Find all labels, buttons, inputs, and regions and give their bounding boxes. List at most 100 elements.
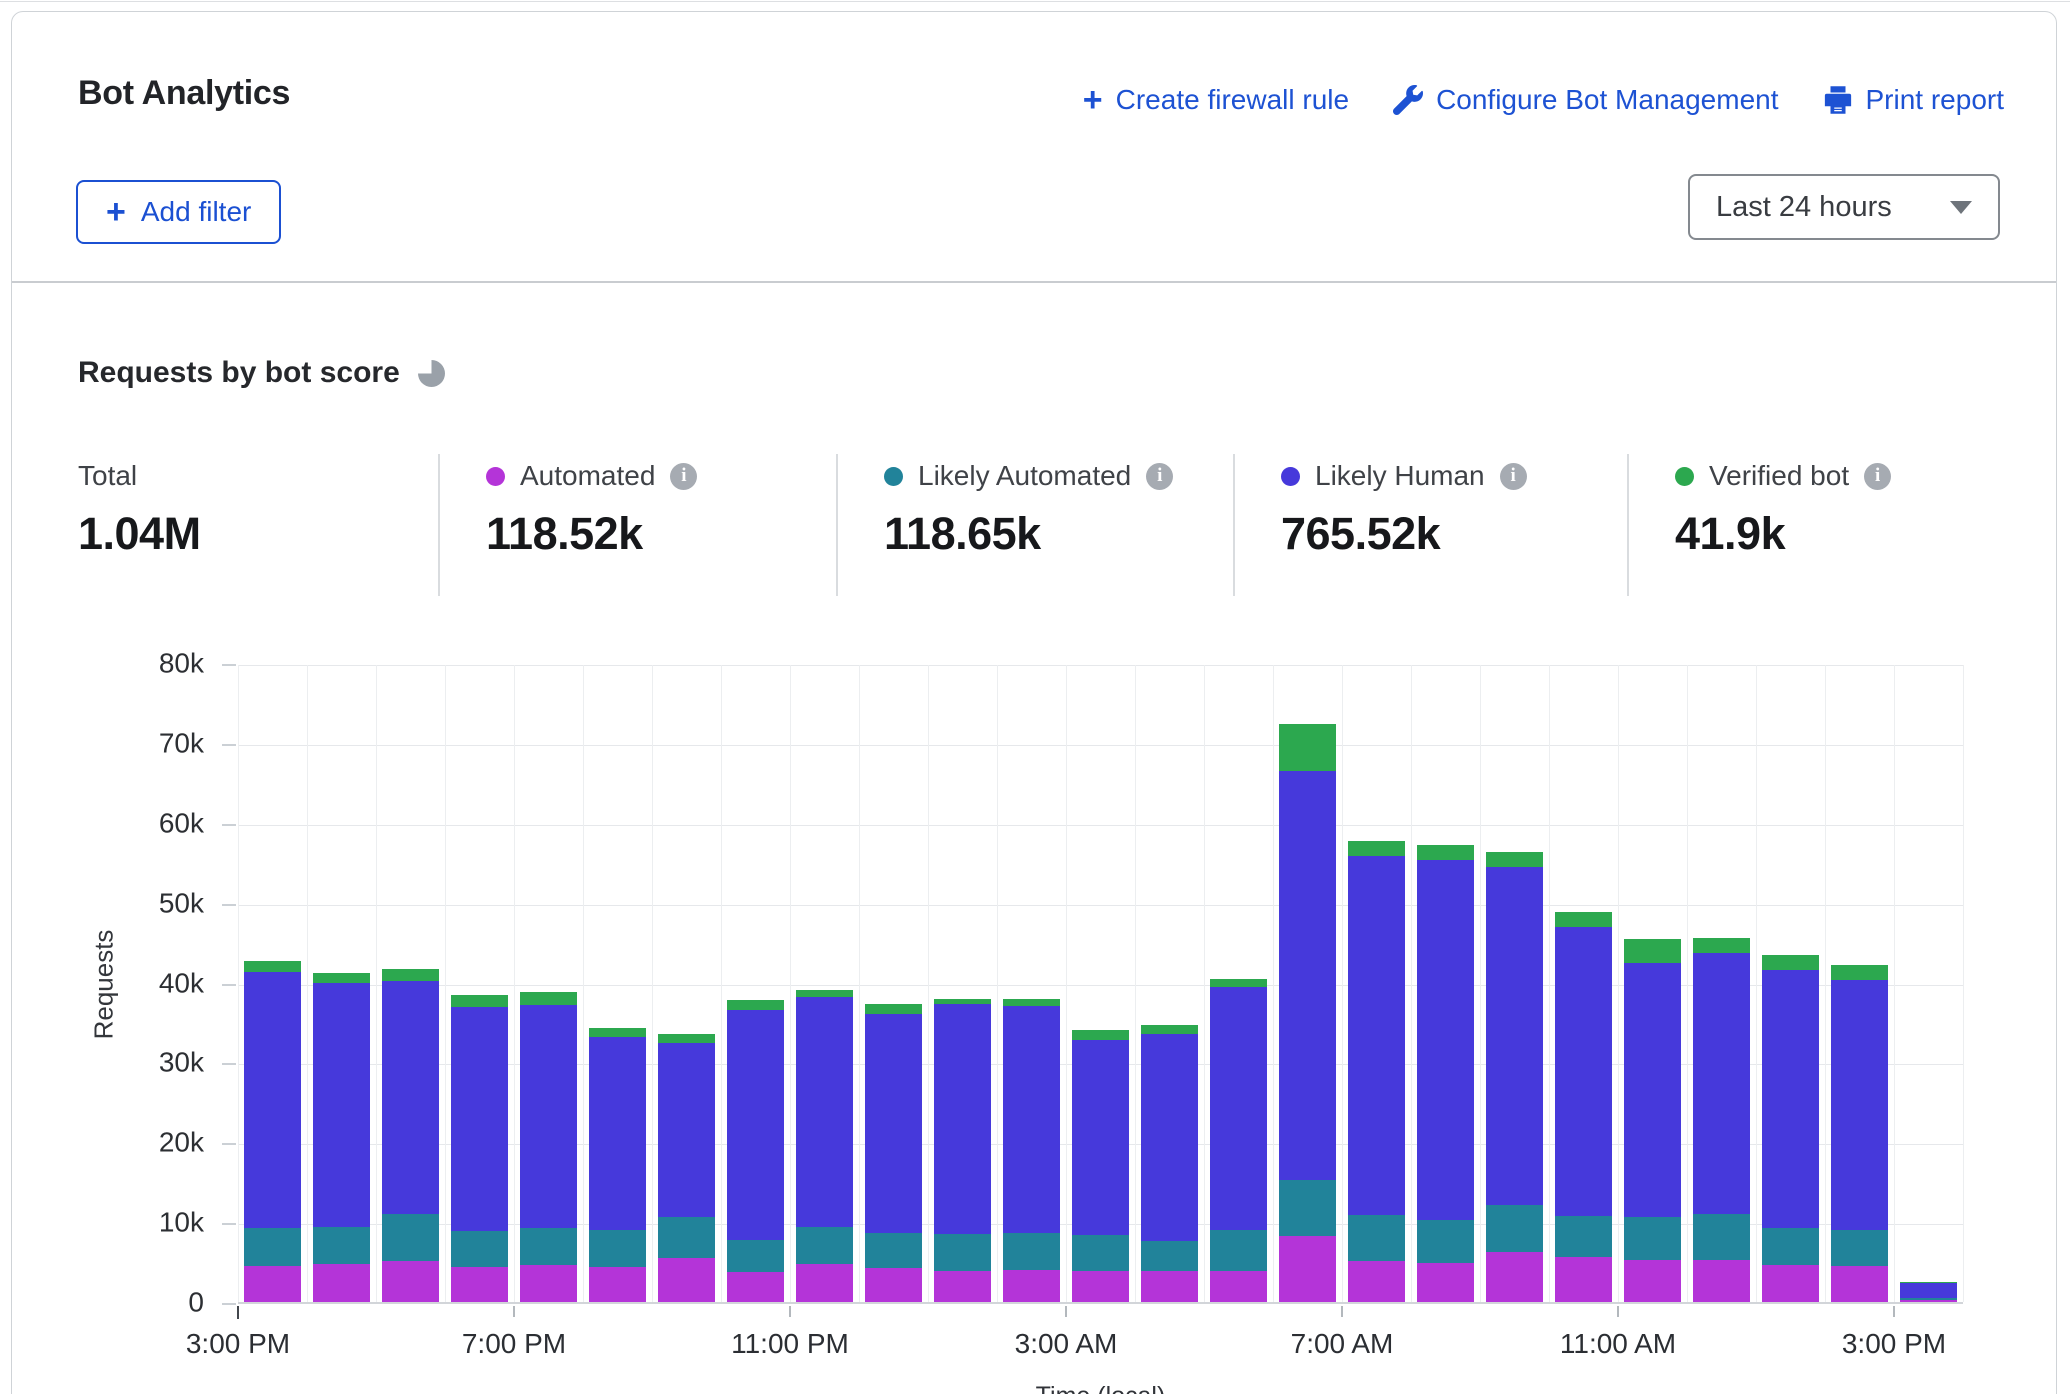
chart-bar[interactable]: [1417, 845, 1474, 1302]
header-actions: + Create firewall rule Configure Bot Man…: [1083, 84, 2004, 116]
time-range-value: Last 24 hours: [1716, 191, 1892, 224]
chart-bar[interactable]: [1486, 852, 1543, 1302]
bar-segment-likely-automated: [1348, 1215, 1405, 1261]
chart-bar[interactable]: [1072, 1030, 1129, 1302]
bar-segment-verified-bot: [1348, 841, 1405, 855]
info-icon[interactable]: i: [1864, 463, 1891, 490]
bar-segment-likely-human: [1486, 867, 1543, 1206]
chart-bar[interactable]: [658, 1034, 715, 1302]
bar-segment-likely-automated: [1210, 1230, 1267, 1271]
bar-segment-verified-bot: [520, 992, 577, 1005]
chart-bar[interactable]: [1348, 841, 1405, 1302]
chart-bar[interactable]: [1900, 1282, 1957, 1302]
chart-bar[interactable]: [451, 995, 508, 1302]
print-report-link[interactable]: Print report: [1823, 84, 2005, 116]
y-tick-mark: [222, 904, 236, 906]
verified-bot-legend-dot: [1675, 467, 1694, 486]
y-tick-label: 40k: [159, 967, 204, 999]
info-icon[interactable]: i: [1146, 463, 1173, 490]
bar-segment-likely-human: [1762, 970, 1819, 1228]
bar-segment-likely-human: [451, 1007, 508, 1231]
create-firewall-rule-label: Create firewall rule: [1116, 84, 1349, 116]
chart-bar[interactable]: [1279, 724, 1336, 1302]
chart-bar[interactable]: [796, 990, 853, 1302]
x-tick-label: 3:00 AM: [1015, 1328, 1118, 1360]
chart-bar[interactable]: [382, 969, 439, 1302]
bar-segment-likely-automated: [1486, 1205, 1543, 1252]
stat-likely-automated-value: 118.65k: [884, 508, 1233, 560]
gridline-vertical: [1342, 665, 1343, 1302]
bar-segment-verified-bot: [658, 1034, 715, 1043]
chart-bar[interactable]: [520, 992, 577, 1302]
bar-segment-likely-automated: [658, 1217, 715, 1258]
add-filter-label: Add filter: [141, 196, 252, 228]
bar-segment-likely-human: [865, 1014, 922, 1233]
gridline-vertical: [1549, 665, 1550, 1302]
chart-bar[interactable]: [1210, 979, 1267, 1302]
bar-segment-automated: [1831, 1266, 1888, 1302]
bar-segment-likely-human: [382, 981, 439, 1214]
chart-bar[interactable]: [1693, 938, 1750, 1302]
bar-segment-automated: [1279, 1236, 1336, 1302]
bar-segment-verified-bot: [1555, 912, 1612, 926]
chart-bar[interactable]: [313, 973, 370, 1302]
info-icon[interactable]: i: [670, 463, 697, 490]
bar-segment-automated: [865, 1268, 922, 1302]
stat-verified-bot-label: Verified bot: [1709, 460, 1849, 492]
stat-likely-human-value: 765.52k: [1281, 508, 1627, 560]
chart-bar[interactable]: [865, 1004, 922, 1302]
gridline-vertical: [1411, 665, 1412, 1302]
bar-segment-likely-human: [313, 983, 370, 1227]
pie-chart-icon: [418, 360, 445, 387]
bot-analytics-card: Bot Analytics + Create firewall rule Con…: [11, 11, 2057, 1394]
chart-bar[interactable]: [727, 1000, 784, 1302]
info-icon[interactable]: i: [1500, 463, 1527, 490]
add-filter-button[interactable]: + Add filter: [76, 180, 281, 244]
bar-segment-automated: [244, 1266, 301, 1302]
stat-automated-label: Automated: [520, 460, 655, 492]
x-tick-label: 3:00 PM: [1842, 1328, 1946, 1360]
y-tick-label: 50k: [159, 887, 204, 919]
configure-bot-management-label: Configure Bot Management: [1436, 84, 1778, 116]
chart-bar[interactable]: [1624, 939, 1681, 1302]
chart-bar[interactable]: [589, 1028, 646, 1302]
chart-bar[interactable]: [934, 999, 991, 1302]
chart-bar[interactable]: [1003, 999, 1060, 1303]
gridline-vertical: [445, 665, 446, 1302]
section-title: Requests by bot score: [78, 356, 400, 390]
x-tick-mark: [1617, 1306, 1619, 1317]
bar-segment-verified-bot: [1210, 979, 1267, 988]
gridline-vertical: [1756, 665, 1757, 1302]
bar-segment-verified-bot: [727, 1000, 784, 1010]
bar-segment-likely-human: [658, 1043, 715, 1217]
bar-segment-verified-bot: [589, 1028, 646, 1037]
bar-segment-likely-human: [1279, 771, 1336, 1180]
gridline-vertical: [997, 665, 998, 1302]
chart-bar[interactable]: [1762, 955, 1819, 1302]
gridline-vertical: [1894, 665, 1895, 1302]
y-tick-label: 60k: [159, 807, 204, 839]
bar-segment-automated: [1072, 1271, 1129, 1302]
time-range-select[interactable]: Last 24 hours: [1688, 174, 2000, 240]
bar-segment-automated: [1624, 1260, 1681, 1302]
stat-likely-automated-label: Likely Automated: [918, 460, 1131, 492]
gridline-horizontal: [238, 745, 1963, 746]
bar-segment-automated: [1003, 1270, 1060, 1302]
x-axis: Time (local) 3:00 PM7:00 PM11:00 PM3:00 …: [238, 1304, 1963, 1394]
x-tick-mark: [789, 1306, 791, 1317]
y-tick-mark: [222, 744, 236, 746]
chart-bar[interactable]: [244, 961, 301, 1302]
gridline-vertical: [1480, 665, 1481, 1302]
y-tick-label: 0: [188, 1286, 204, 1318]
stat-likely-human: Likely Human i 765.52k: [1233, 454, 1627, 596]
configure-bot-management-link[interactable]: Configure Bot Management: [1393, 84, 1778, 116]
gridline-horizontal: [238, 905, 1963, 906]
chart-bar[interactable]: [1555, 912, 1612, 1302]
section-title-row: Requests by bot score: [78, 356, 445, 390]
x-tick-label: 11:00 PM: [731, 1328, 849, 1360]
chart-bar[interactable]: [1141, 1025, 1198, 1302]
bar-segment-likely-human: [1210, 987, 1267, 1230]
bar-segment-likely-automated: [1417, 1220, 1474, 1263]
create-firewall-rule-link[interactable]: + Create firewall rule: [1083, 84, 1349, 116]
chart-bar[interactable]: [1831, 965, 1888, 1302]
